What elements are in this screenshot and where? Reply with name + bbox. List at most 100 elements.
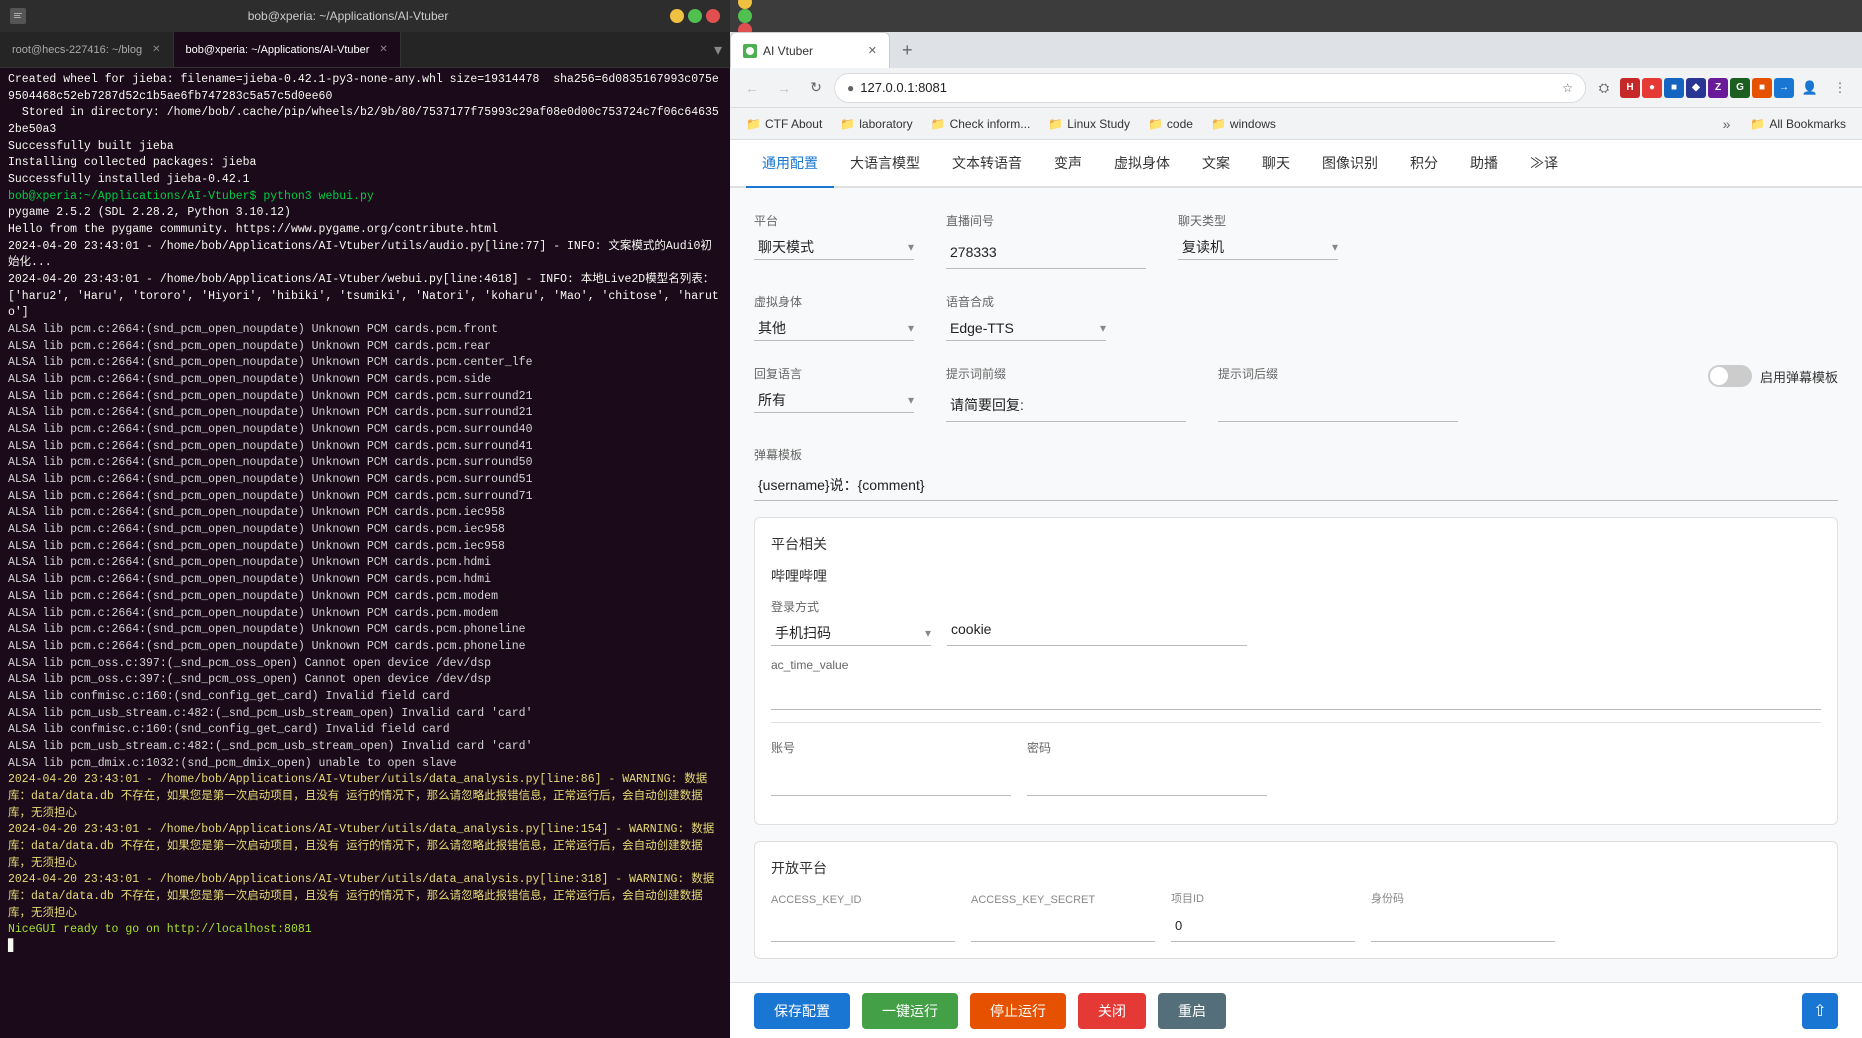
terminal-line: ▊ bbox=[8, 939, 722, 956]
identity-code-label: 身份码 bbox=[1371, 890, 1555, 906]
ext-icon-6[interactable]: G bbox=[1730, 78, 1750, 98]
bookmark-check-label: Check inform... bbox=[950, 117, 1031, 131]
terminal-line: ALSA lib pcm.c:2664:(snd_pcm_open_noupda… bbox=[8, 405, 722, 422]
bookmark-ctf[interactable]: 📁 CTF About bbox=[738, 115, 830, 133]
terminal-tab-2[interactable]: bob@xperia: ~/Applications/AI-Vtuber ✕ bbox=[174, 32, 401, 67]
menu-button[interactable]: ⋮ bbox=[1826, 74, 1854, 102]
bookmark-code[interactable]: 📁 code bbox=[1140, 115, 1201, 133]
terminal-tab-1-close[interactable]: ✕ bbox=[152, 44, 160, 55]
browser-maximize-button[interactable] bbox=[738, 9, 752, 23]
nav-tab-general[interactable]: 通用配置 bbox=[746, 140, 834, 188]
terminal-output[interactable]: Created wheel for jieba: filename=jieba-… bbox=[0, 68, 730, 1038]
nav-tab-image-recog[interactable]: 图像识别 bbox=[1306, 140, 1394, 188]
browser-tab-close[interactable]: ✕ bbox=[868, 44, 877, 57]
terminal-tab-2-close[interactable]: ✕ bbox=[379, 44, 387, 55]
reply-language-select-wrapper[interactable]: 所有 ▾ bbox=[754, 388, 914, 413]
prompt-suffix-input[interactable] bbox=[1218, 388, 1458, 422]
nav-tab-points[interactable]: 积分 bbox=[1394, 140, 1454, 188]
ext-icon-1[interactable]: H bbox=[1620, 78, 1640, 98]
profile-button[interactable]: 👤 bbox=[1796, 74, 1824, 102]
bookmark-windows[interactable]: 📁 windows bbox=[1203, 115, 1284, 133]
toggle-knob bbox=[1710, 367, 1728, 385]
platform-select[interactable]: 聊天模式 bbox=[754, 235, 904, 259]
danmu-template-input[interactable] bbox=[754, 469, 1838, 501]
login-method-select[interactable]: 手机扫码 cookie bbox=[771, 621, 921, 645]
cookie-input[interactable] bbox=[947, 612, 1247, 646]
stop-button[interactable]: 停止运行 bbox=[970, 993, 1066, 1029]
password-field: 密码 bbox=[1027, 739, 1267, 796]
account-input[interactable] bbox=[771, 762, 1011, 796]
terminal-line: NiceGUI ready to go on http://localhost:… bbox=[8, 922, 722, 939]
extensions-button[interactable]: ⛭ bbox=[1590, 74, 1618, 102]
platform-select-wrapper[interactable]: 聊天模式 ▾ bbox=[754, 235, 914, 260]
minimize-button[interactable] bbox=[670, 9, 684, 23]
close-button[interactable] bbox=[706, 9, 720, 23]
ac-time-value-label: ac_time_value bbox=[771, 658, 1821, 672]
terminal-line: 2024-04-20 23:43:01 - /home/bob/Applicat… bbox=[8, 872, 722, 922]
ext-icon-5[interactable]: Z bbox=[1708, 78, 1728, 98]
restart-button[interactable]: 重启 bbox=[1158, 993, 1226, 1029]
bookmarks-bar: 📁 CTF About 📁 laboratory 📁 Check inform.… bbox=[730, 108, 1862, 140]
nav-tab-voice[interactable]: 变声 bbox=[1038, 140, 1098, 188]
platform-section: 平台相关 哔哩哔哩 登录方式 手机扫码 cookie ▾ bbox=[754, 517, 1838, 825]
reply-language-field: 回复语言 所有 ▾ bbox=[754, 365, 914, 413]
refresh-button[interactable]: ↻ bbox=[802, 74, 830, 102]
nav-tab-tts[interactable]: 文本转语音 bbox=[936, 140, 1038, 188]
ac-time-value-input[interactable] bbox=[771, 676, 1821, 710]
browser-tab-ai-vtuber[interactable]: AI Vtuber ✕ bbox=[730, 32, 890, 68]
voice-synthesis-select[interactable]: Edge-TTS bbox=[946, 316, 1096, 340]
nav-tab-llm[interactable]: 大语言模型 bbox=[834, 140, 936, 188]
ext-icon-4[interactable]: ◆ bbox=[1686, 78, 1706, 98]
nav-tab-script[interactable]: 文案 bbox=[1186, 140, 1246, 188]
virtual-body-select-wrapper[interactable]: 其他 ▾ bbox=[754, 316, 914, 341]
scroll-top-button[interactable]: ⇧ bbox=[1802, 993, 1838, 1029]
identity-code-input[interactable] bbox=[1371, 910, 1555, 942]
access-key-id-input[interactable] bbox=[771, 910, 955, 942]
project-id-input[interactable] bbox=[1171, 910, 1355, 942]
ext-icon-2[interactable]: ● bbox=[1642, 78, 1662, 98]
enable-danmu-template-toggle[interactable] bbox=[1708, 365, 1752, 387]
platform-select-arrow: ▾ bbox=[908, 240, 914, 254]
reply-language-select[interactable]: 所有 bbox=[754, 388, 904, 412]
address-bar[interactable]: ● 127.0.0.1:8081 ☆ bbox=[834, 73, 1586, 103]
browser-minimize-button[interactable] bbox=[738, 0, 752, 9]
terminal-line: ALSA lib pcm.c:2664:(snd_pcm_open_noupda… bbox=[8, 572, 722, 589]
back-button[interactable]: ← bbox=[738, 74, 766, 102]
bookmark-check[interactable]: 📁 Check inform... bbox=[923, 115, 1039, 133]
forward-button[interactable]: → bbox=[770, 74, 798, 102]
bookmark-all[interactable]: 📁 All Bookmarks bbox=[1742, 115, 1854, 133]
login-method-select-wrapper[interactable]: 手机扫码 cookie ▾ bbox=[771, 621, 931, 646]
terminal-tab-1[interactable]: root@hecs-227416: ~/blog ✕ bbox=[0, 32, 174, 67]
ext-icon-7[interactable]: ■ bbox=[1752, 78, 1772, 98]
virtual-body-select[interactable]: 其他 bbox=[754, 316, 904, 340]
live-id-label: 直播间号 bbox=[946, 212, 1146, 229]
bookmark-folder-icon-5: 📁 bbox=[1148, 117, 1163, 131]
nav-tab-avatar[interactable]: 虚拟身体 bbox=[1098, 140, 1186, 188]
terminal-line: ALSA lib pcm.c:2664:(snd_pcm_open_noupda… bbox=[8, 389, 722, 406]
terminal-tab-arrow[interactable]: ▾ bbox=[706, 32, 730, 67]
bookmarks-more-button[interactable]: » bbox=[1717, 114, 1737, 134]
run-button[interactable]: 一键运行 bbox=[862, 993, 958, 1029]
chat-type-select[interactable]: 复读机 bbox=[1178, 235, 1328, 259]
ext-icon-3[interactable]: ■ bbox=[1664, 78, 1684, 98]
nav-tab-chat[interactable]: 聊天 bbox=[1246, 140, 1306, 188]
maximize-button[interactable] bbox=[688, 9, 702, 23]
access-key-secret-input[interactable] bbox=[971, 910, 1155, 942]
voice-synthesis-select-wrapper[interactable]: Edge-TTS ▾ bbox=[946, 316, 1106, 341]
bookmark-linux[interactable]: 📁 Linux Study bbox=[1040, 115, 1138, 133]
prompt-prefix-input[interactable] bbox=[946, 388, 1186, 422]
live-id-input[interactable] bbox=[946, 235, 1146, 269]
save-config-button[interactable]: 保存配置 bbox=[754, 993, 850, 1029]
new-tab-button[interactable]: + bbox=[890, 32, 925, 68]
ext-icon-8[interactable]: → bbox=[1774, 78, 1794, 98]
terminal-line: ALSA lib pcm_dmix.c:1032:(snd_pcm_dmix_o… bbox=[8, 756, 722, 773]
prompt-suffix-label: 提示词后缀 bbox=[1218, 365, 1458, 382]
close-button-app[interactable]: 关闭 bbox=[1078, 993, 1146, 1029]
password-input[interactable] bbox=[1027, 762, 1267, 796]
bookmark-laboratory[interactable]: 📁 laboratory bbox=[832, 115, 920, 133]
nav-tab-translate[interactable]: ≫译 bbox=[1514, 140, 1574, 188]
star-icon[interactable]: ☆ bbox=[1562, 81, 1573, 95]
bookmark-folder-icon-4: 📁 bbox=[1048, 117, 1063, 131]
chat-type-select-wrapper[interactable]: 复读机 ▾ bbox=[1178, 235, 1338, 260]
nav-tab-assistant[interactable]: 助播 bbox=[1454, 140, 1514, 188]
